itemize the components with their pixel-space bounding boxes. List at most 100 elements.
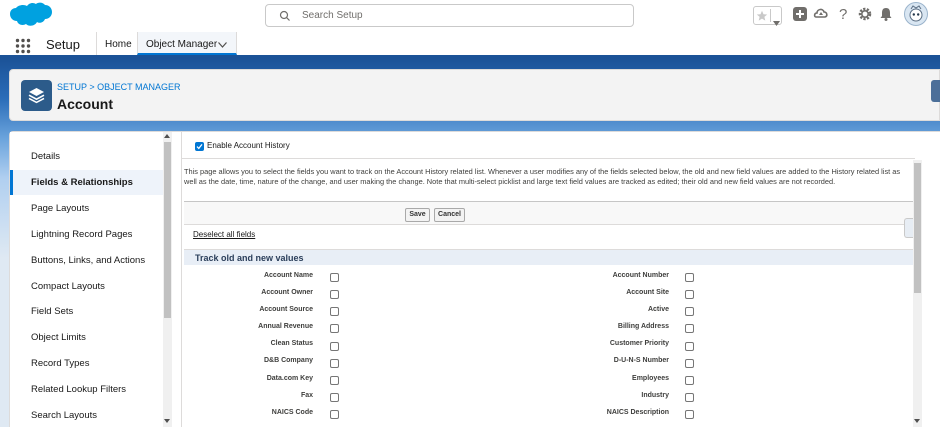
enable-history-row: Enable Account History	[182, 132, 915, 159]
tab-home[interactable]: Home	[96, 32, 136, 55]
field-label: Account Name	[263, 272, 313, 279]
chevron-down-icon[interactable]	[773, 13, 780, 31]
history-description: This page allows you to select the field…	[184, 167, 901, 186]
search-input[interactable]: Search Setup	[265, 4, 634, 27]
bell-icon[interactable]	[878, 6, 894, 27]
plus-icon[interactable]	[792, 6, 808, 27]
sidebar-item-label: Page Layouts	[31, 203, 90, 214]
field-checkbox[interactable]	[330, 410, 339, 419]
field-checkbox[interactable]	[685, 324, 694, 333]
field-checkbox[interactable]	[330, 359, 339, 368]
search-icon	[279, 9, 291, 27]
field-label: Billing Address	[617, 323, 669, 330]
sidebar-item-page-layouts[interactable]: Page Layouts	[10, 196, 163, 221]
sidebar-item-compact-layouts[interactable]: Compact Layouts	[10, 274, 163, 299]
search-placeholder: Search Setup	[302, 10, 363, 21]
field-checkbox[interactable]	[685, 290, 694, 299]
collapse-tab[interactable]	[904, 218, 913, 238]
field-label: Customer Priority	[609, 340, 669, 347]
field-checkbox[interactable]	[330, 273, 339, 282]
sidebar-item-object-limits[interactable]: Object Limits	[10, 325, 163, 350]
field-checkbox[interactable]	[685, 359, 694, 368]
enable-history-label: Enable Account History	[207, 141, 290, 150]
scroll-down-arrow[interactable]	[164, 419, 170, 423]
field-label: Account Site	[626, 289, 669, 296]
tab-label: Home	[105, 39, 132, 50]
sidebar-item-buttons-links-actions[interactable]: Buttons, Links, and Actions	[10, 248, 163, 273]
field-checkbox[interactable]	[685, 393, 694, 402]
salesforce-cloud-logo[interactable]	[9, 2, 53, 36]
sidebar-item-label: Field Sets	[31, 306, 74, 317]
help-icon[interactable]: ?	[837, 6, 851, 27]
layers-icon	[21, 80, 52, 111]
sidebar-item-lightning-record-pages[interactable]: Lightning Record Pages	[10, 222, 163, 247]
object-sidebar: Details Fields & Relationships Page Layo…	[10, 132, 163, 427]
utility-handle[interactable]	[931, 80, 940, 102]
enable-history-checkbox[interactable]	[195, 142, 204, 151]
gear-icon[interactable]	[857, 6, 873, 27]
sidebar-item-label: Object Limits	[31, 332, 86, 343]
scroll-down-arrow[interactable]	[914, 419, 920, 423]
breadcrumb[interactable]: SETUP > OBJECT MANAGER	[57, 82, 180, 92]
field-label: Account Owner	[261, 289, 313, 296]
field-checkbox[interactable]	[685, 273, 694, 282]
sidebar-item-search-layouts[interactable]: Search Layouts	[10, 403, 163, 427]
svg-text:?: ?	[839, 6, 847, 22]
sidebar-item-label: Lightning Record Pages	[31, 229, 133, 240]
sidebar-item-details[interactable]: Details	[10, 144, 163, 169]
app-name: Setup	[46, 37, 80, 52]
field-checkbox[interactable]	[685, 410, 694, 419]
field-label: Active	[647, 306, 669, 313]
field-checkbox[interactable]	[330, 324, 339, 333]
global-header: Search Setup ?	[0, 0, 940, 32]
field-checkbox[interactable]	[685, 307, 694, 316]
sidebar-scrollbar[interactable]	[163, 132, 172, 427]
field-label: Employees	[632, 375, 669, 382]
field-checkbox[interactable]	[685, 342, 694, 351]
field-label: Industry	[641, 392, 669, 399]
field-label: NAICS Description	[606, 409, 669, 416]
sidebar-item-label: Details	[31, 151, 61, 162]
field-checkbox[interactable]	[330, 393, 339, 402]
star-icon	[756, 9, 768, 27]
field-checkbox[interactable]	[330, 342, 339, 351]
sidebar-item-label: Search Layouts	[31, 410, 98, 421]
trailhead-icon[interactable]	[813, 6, 829, 27]
avatar[interactable]	[904, 2, 928, 31]
field-checkbox[interactable]	[330, 307, 339, 316]
field-label: Data.com Key	[266, 375, 313, 382]
content-scrollbar[interactable]	[913, 160, 922, 427]
divider	[770, 9, 771, 22]
app-launcher-icon[interactable]	[15, 38, 31, 59]
context-bar: Setup Home Object Manager	[0, 32, 940, 58]
chevron-down-icon[interactable]	[218, 40, 227, 51]
field-history-frame: Enable Account History This page allows …	[181, 132, 931, 427]
field-label: Account Source	[259, 306, 313, 313]
sidebar-item-label: Buttons, Links, and Actions	[31, 255, 146, 266]
sidebar-item-label: Record Types	[31, 358, 90, 369]
favorites-button[interactable]	[753, 6, 782, 27]
scroll-thumb[interactable]	[164, 142, 171, 318]
field-checkbox[interactable]	[330, 376, 339, 385]
section-title: Track old and new values	[195, 253, 304, 263]
checkmark-icon	[196, 143, 203, 150]
deselect-all-link[interactable]: Deselect all fields	[193, 230, 255, 239]
field-label: Fax	[300, 392, 313, 399]
field-label: Clean Status	[270, 340, 313, 347]
button-bar: Save Cancel	[184, 201, 915, 225]
section-header: Track old and new values	[184, 249, 913, 265]
field-label: Account Number	[612, 272, 669, 279]
sidebar-item-fields-relationships[interactable]: Fields & Relationships	[10, 170, 163, 195]
tab-label: Object Manager	[146, 39, 218, 50]
tab-object-manager[interactable]: Object Manager	[137, 32, 237, 55]
sidebar-item-related-lookup-filters[interactable]: Related Lookup Filters	[10, 377, 163, 402]
field-checkbox[interactable]	[330, 290, 339, 299]
cancel-button[interactable]: Cancel	[434, 208, 465, 222]
field-checkbox[interactable]	[685, 376, 694, 385]
sidebar-item-record-types[interactable]: Record Types	[10, 351, 163, 376]
field-label: Annual Revenue	[258, 323, 313, 330]
sidebar-item-field-sets[interactable]: Field Sets	[10, 299, 163, 324]
scroll-up-arrow[interactable]	[164, 134, 170, 138]
save-button[interactable]: Save	[405, 208, 430, 222]
scroll-thumb[interactable]	[914, 163, 921, 293]
